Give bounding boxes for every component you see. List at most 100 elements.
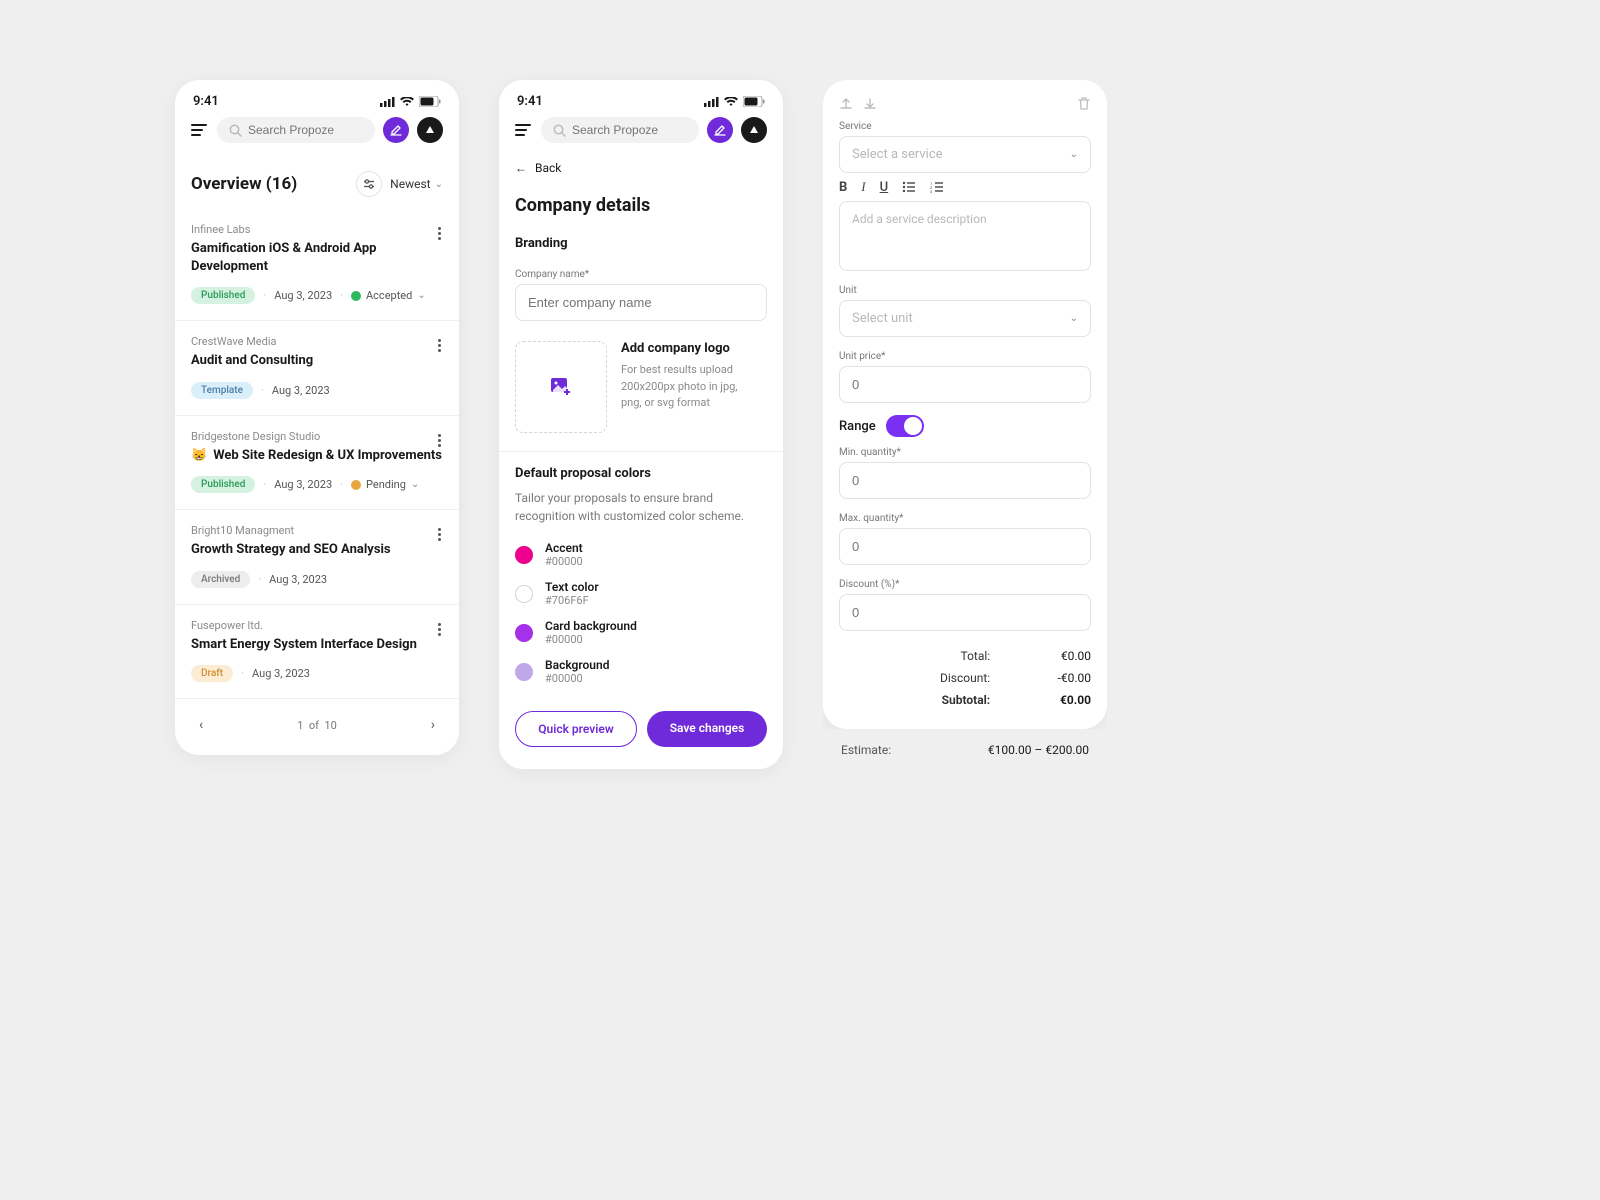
unit-price-label: Unit price* bbox=[823, 337, 1107, 366]
item-status: Pending bbox=[366, 478, 406, 491]
battery-icon bbox=[419, 96, 441, 107]
status-bar: 9:41 bbox=[499, 80, 783, 117]
item-date: Aug 3, 2023 bbox=[252, 667, 310, 680]
color-background[interactable]: Background#00000 bbox=[499, 652, 783, 691]
total-label: Total: bbox=[839, 649, 990, 663]
chevron-down-icon: ⌄ bbox=[1070, 149, 1078, 160]
min-qty-input[interactable] bbox=[839, 462, 1091, 499]
color-swatch-icon bbox=[515, 624, 533, 642]
compose-button[interactable] bbox=[707, 117, 733, 143]
notifications-button[interactable] bbox=[741, 117, 767, 143]
chevron-down-icon: ⌄ bbox=[411, 479, 419, 490]
battery-icon bbox=[743, 96, 765, 107]
color-swatch-icon bbox=[515, 585, 533, 603]
proposal-list: Infinee Labs Gamification iOS & Android … bbox=[175, 209, 459, 698]
list-item[interactable]: Bridgestone Design Studio 😸 Web Site Red… bbox=[175, 415, 459, 510]
list-item[interactable]: Bright10 Managment Growth Strategy and S… bbox=[175, 509, 459, 604]
item-date: Aug 3, 2023 bbox=[269, 573, 327, 586]
search-icon bbox=[229, 124, 242, 137]
save-changes-button[interactable]: Save changes bbox=[647, 711, 767, 747]
item-date: Aug 3, 2023 bbox=[274, 478, 332, 491]
list-item[interactable]: Fusepower ltd. Smart Energy System Inter… bbox=[175, 604, 459, 699]
item-company: Bridgestone Design Studio bbox=[191, 430, 443, 443]
signal-icon bbox=[704, 97, 719, 107]
quick-preview-button[interactable]: Quick preview bbox=[515, 711, 637, 747]
item-menu-button[interactable] bbox=[434, 619, 445, 640]
search-field[interactable] bbox=[572, 123, 687, 137]
bullet-list-button[interactable] bbox=[902, 181, 916, 193]
item-menu-button[interactable] bbox=[434, 430, 445, 451]
range-toggle[interactable] bbox=[886, 415, 924, 437]
status-dot-icon bbox=[351, 291, 361, 301]
svg-text:3: 3 bbox=[930, 189, 932, 193]
total-value: €0.00 bbox=[990, 649, 1091, 663]
color-card-bg[interactable]: Card background#00000 bbox=[499, 613, 783, 652]
search-input[interactable] bbox=[217, 117, 375, 143]
item-badge: Draft bbox=[191, 665, 233, 682]
subtotal-label: Subtotal: bbox=[839, 693, 990, 707]
menu-icon[interactable] bbox=[191, 124, 209, 136]
item-menu-button[interactable] bbox=[434, 524, 445, 545]
page-next-button[interactable]: › bbox=[431, 717, 435, 733]
search-field[interactable] bbox=[248, 123, 363, 137]
italic-button[interactable]: I bbox=[861, 179, 865, 195]
search-input[interactable] bbox=[541, 117, 699, 143]
list-item[interactable]: CrestWave Media Audit and Consulting Tem… bbox=[175, 320, 459, 415]
item-status-dropdown[interactable]: Pending ⌄ bbox=[351, 478, 419, 491]
company-name-input[interactable] bbox=[515, 284, 767, 321]
page-info: 1 of 10 bbox=[297, 719, 337, 732]
colors-title: Default proposal colors bbox=[499, 452, 783, 485]
filter-button[interactable] bbox=[356, 171, 382, 197]
trash-icon[interactable] bbox=[1077, 96, 1091, 111]
bold-button[interactable]: B bbox=[839, 180, 847, 195]
max-qty-label: Max. quantity* bbox=[823, 499, 1107, 528]
item-emoji-icon: 😸 bbox=[191, 447, 207, 465]
pagination: ‹ 1 of 10 › bbox=[175, 698, 459, 755]
service-select[interactable]: Select a service ⌄ bbox=[839, 136, 1091, 173]
unit-price-input[interactable] bbox=[839, 366, 1091, 403]
totals-block: Total:€0.00 Discount:-€0.00 Subtotal:€0.… bbox=[823, 631, 1107, 729]
discount-value: -€0.00 bbox=[990, 671, 1091, 685]
color-swatch-icon bbox=[515, 546, 533, 564]
item-title: Smart Energy System Interface Design bbox=[191, 636, 443, 654]
service-label: Service bbox=[823, 117, 1107, 136]
wifi-icon bbox=[400, 97, 414, 107]
unit-select[interactable]: Select unit ⌄ bbox=[839, 300, 1091, 337]
section-title: Branding bbox=[499, 222, 783, 255]
chevron-down-icon: ⌄ bbox=[417, 290, 425, 301]
upload-icon[interactable] bbox=[839, 96, 853, 111]
notifications-button[interactable] bbox=[417, 117, 443, 143]
status-bar: 9:41 bbox=[175, 80, 459, 117]
page-prev-button[interactable]: ‹ bbox=[199, 717, 203, 733]
underline-button[interactable]: U bbox=[880, 180, 889, 195]
service-form-screen: Service Select a service ⌄ B I U 123 Add… bbox=[823, 80, 1107, 771]
download-icon[interactable] bbox=[863, 96, 877, 111]
back-button[interactable]: ← Back bbox=[499, 153, 783, 185]
description-input[interactable]: Add a service description bbox=[839, 201, 1091, 271]
item-menu-button[interactable] bbox=[434, 223, 445, 244]
colors-description: Tailor your proposals to ensure brand re… bbox=[499, 485, 783, 535]
item-menu-button[interactable] bbox=[434, 335, 445, 356]
compose-button[interactable] bbox=[383, 117, 409, 143]
item-title: Gamification iOS & Android App Developme… bbox=[191, 240, 443, 275]
color-text[interactable]: Text color#706F6F bbox=[499, 574, 783, 613]
menu-icon[interactable] bbox=[515, 124, 533, 136]
color-accent[interactable]: Accent#00000 bbox=[499, 535, 783, 574]
status-time: 9:41 bbox=[193, 94, 219, 109]
item-company: CrestWave Media bbox=[191, 335, 443, 348]
estimate-bar: Estimate: €100.00 – €200.00 bbox=[823, 729, 1107, 771]
item-status-dropdown[interactable]: Accepted ⌄ bbox=[351, 289, 426, 302]
list-item[interactable]: Infinee Labs Gamification iOS & Android … bbox=[175, 209, 459, 320]
status-time: 9:41 bbox=[517, 94, 543, 109]
status-icons bbox=[380, 96, 441, 107]
wifi-icon bbox=[724, 97, 738, 107]
status-icons bbox=[704, 96, 765, 107]
max-qty-input[interactable] bbox=[839, 528, 1091, 565]
item-badge: Archived bbox=[191, 571, 250, 588]
logo-upload-box[interactable] bbox=[515, 341, 607, 433]
discount-input[interactable] bbox=[839, 594, 1091, 631]
sort-dropdown[interactable]: Newest ⌄ bbox=[390, 177, 443, 191]
unit-label: Unit bbox=[823, 271, 1107, 300]
numbered-list-button[interactable]: 123 bbox=[930, 181, 944, 193]
chevron-down-icon: ⌄ bbox=[1070, 313, 1078, 324]
